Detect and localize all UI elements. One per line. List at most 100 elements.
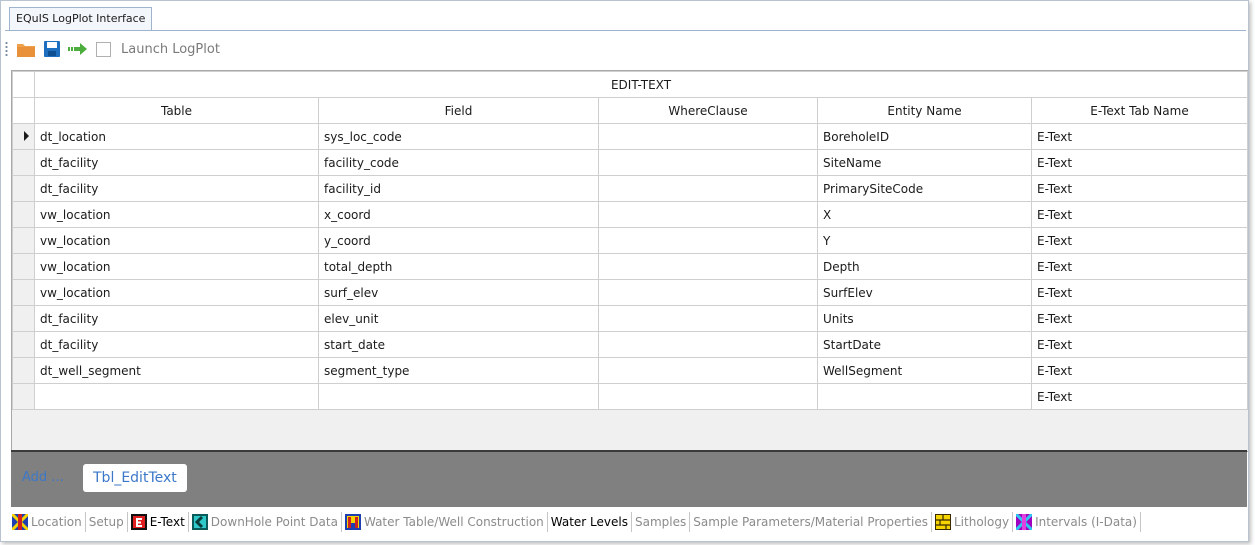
table-cell[interactable]: total_depth [318, 253, 599, 280]
table-row[interactable]: E-Text [12, 383, 1248, 410]
table-cell[interactable] [598, 305, 818, 332]
row-header[interactable] [12, 227, 35, 254]
table-row[interactable]: dt_facility start_date StartDate E-Text [12, 331, 1248, 358]
document-tab[interactable]: EQuIS LogPlot Interface [9, 7, 153, 30]
table-cell[interactable]: E-Text [1031, 279, 1248, 306]
row-header[interactable] [12, 201, 35, 228]
row-header[interactable] [12, 175, 35, 202]
table-cell[interactable]: X [817, 201, 1032, 228]
table-cell[interactable]: E-Text [1031, 149, 1248, 176]
save-icon[interactable] [42, 39, 62, 59]
column-header-e-text-tab-name[interactable]: E-Text Tab Name [1031, 97, 1248, 124]
row-header[interactable] [12, 279, 35, 306]
table-cell[interactable]: dt_facility [34, 175, 319, 202]
table-cell[interactable] [318, 383, 599, 410]
table-row[interactable]: dt_location sys_loc_code BoreholeID E-Text [12, 123, 1248, 150]
table-cell[interactable]: vw_location [34, 227, 319, 254]
table-cell[interactable]: E-Text [1031, 383, 1248, 410]
table-cell[interactable]: vw_location [34, 201, 319, 228]
table-cell[interactable]: Y [817, 227, 1032, 254]
table-cell[interactable] [598, 253, 818, 280]
table-cell[interactable]: E-Text [1031, 227, 1248, 254]
tab-sample-parameters-material-properties[interactable]: Sample Parameters/Material Properties [690, 512, 932, 532]
table-cell[interactable] [598, 175, 818, 202]
tab-water-table-well-construction[interactable]: Water Table/Well Construction [342, 512, 548, 532]
table-cell[interactable]: elev_unit [318, 305, 599, 332]
table-cell[interactable] [598, 123, 818, 150]
table-cell[interactable]: E-Text [1031, 357, 1248, 384]
table-cell[interactable]: E-Text [1031, 305, 1248, 332]
table-cell[interactable] [598, 383, 818, 410]
table-cell[interactable]: vw_location [34, 279, 319, 306]
table-row[interactable]: dt_facility facility_id PrimarySiteCode E-T… [12, 175, 1248, 202]
row-header[interactable] [12, 357, 35, 384]
row-header[interactable] [12, 383, 35, 410]
table-cell[interactable]: SiteName [817, 149, 1032, 176]
table-cell[interactable]: dt_facility [34, 331, 319, 358]
table-cell[interactable]: E-Text [1031, 175, 1248, 202]
table-cell[interactable]: dt_well_segment [34, 357, 319, 384]
tab-e-text[interactable]: E-Text [128, 512, 189, 532]
table-cell[interactable]: SurfElev [817, 279, 1032, 306]
table-cell[interactable] [817, 383, 1032, 410]
table-cell[interactable]: y_coord [318, 227, 599, 254]
folder-icon[interactable] [16, 39, 36, 59]
table-row[interactable]: vw_location y_coord Y E-Text [12, 227, 1248, 254]
tab-samples[interactable]: Samples [632, 512, 691, 532]
tab-intervals-i-data[interactable]: Intervals (I-Data) [1013, 512, 1141, 532]
table-cell[interactable]: segment_type [318, 357, 599, 384]
toolbar-grip[interactable] [5, 41, 8, 57]
table-cell[interactable]: facility_code [318, 149, 599, 176]
row-header[interactable] [12, 331, 35, 358]
table-cell[interactable]: PrimarySiteCode [817, 175, 1032, 202]
row-header[interactable] [12, 253, 35, 280]
table-row[interactable]: dt_facility facility_code SiteName E-Text [12, 149, 1248, 176]
tab-location[interactable]: Location [9, 512, 86, 532]
table-row[interactable]: vw_location x_coord X E-Text [12, 201, 1248, 228]
row-header[interactable] [12, 305, 35, 332]
table-cell[interactable] [598, 149, 818, 176]
table-cell[interactable]: Depth [817, 253, 1032, 280]
table-row[interactable]: vw_location surf_elev SurfElev E-Text [12, 279, 1248, 306]
table-cell[interactable]: dt_facility [34, 305, 319, 332]
tab-lithology[interactable]: Lithology [932, 512, 1014, 532]
tab-setup[interactable]: Setup [86, 512, 128, 532]
row-header[interactable] [12, 149, 35, 176]
table-cell[interactable]: StartDate [817, 331, 1032, 358]
table-cell[interactable] [598, 357, 818, 384]
table-cell[interactable]: BoreholeID [817, 123, 1032, 150]
add-button[interactable]: Add ... [22, 470, 64, 485]
table-cell[interactable]: E-Text [1031, 253, 1248, 280]
table-cell[interactable]: x_coord [318, 201, 599, 228]
table-cell[interactable] [34, 383, 319, 410]
table-cell[interactable]: sys_loc_code [318, 123, 599, 150]
table-cell[interactable]: WellSegment [817, 357, 1032, 384]
table-cell[interactable]: E-Text [1031, 201, 1248, 228]
table-button[interactable]: Tbl_EditText [83, 464, 187, 492]
table-cell[interactable]: E-Text [1031, 123, 1248, 150]
table-cell[interactable] [598, 227, 818, 254]
arrow-right-icon[interactable] [68, 39, 88, 59]
column-header-entity-name[interactable]: Entity Name [817, 97, 1032, 124]
table-cell[interactable] [598, 279, 818, 306]
table-cell[interactable]: Units [817, 305, 1032, 332]
table-cell[interactable]: dt_facility [34, 149, 319, 176]
table-cell[interactable]: facility_id [318, 175, 599, 202]
table-row[interactable]: vw_location total_depth Depth E-Text [12, 253, 1248, 280]
table-cell[interactable]: E-Text [1031, 331, 1248, 358]
table-row[interactable]: dt_facility elev_unit Units E-Text [12, 305, 1248, 332]
tab-downhole-point-data[interactable]: DownHole Point Data [189, 512, 342, 532]
table-cell[interactable]: dt_location [34, 123, 319, 150]
column-header-whereclause[interactable]: WhereClause [598, 97, 818, 124]
table-cell[interactable] [598, 331, 818, 358]
row-header[interactable] [12, 123, 35, 150]
table-cell[interactable]: surf_elev [318, 279, 599, 306]
tab-water-levels[interactable]: Water Levels [548, 512, 632, 532]
column-header-table[interactable]: Table [34, 97, 319, 124]
table-cell[interactable]: start_date [318, 331, 599, 358]
table-cell[interactable]: vw_location [34, 253, 319, 280]
column-header-field[interactable]: Field [318, 97, 599, 124]
table-row[interactable]: dt_well_segment segment_type WellSegment E-… [12, 357, 1248, 384]
table-cell[interactable] [598, 201, 818, 228]
launch-logplot-label[interactable]: Launch LogPlot [121, 42, 220, 57]
